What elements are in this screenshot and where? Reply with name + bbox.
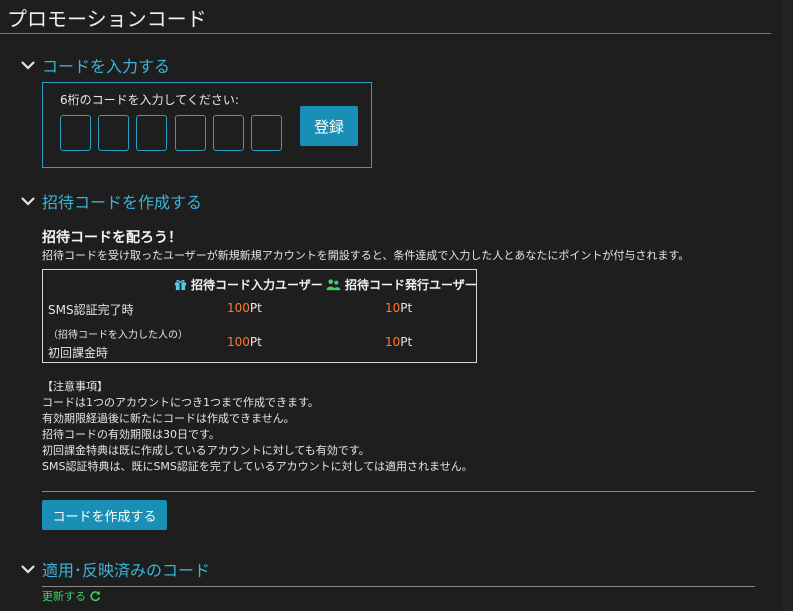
table-header-receiver-label: 招待コード入力ユーザー (191, 278, 323, 292)
table-header-issuer: 招待コード発行ユーザー (326, 276, 477, 293)
points-issuer-first-charge: 10Pt (385, 335, 413, 349)
refresh-link[interactable]: 更新する (42, 588, 101, 604)
page-title: プロモーションコード (7, 7, 207, 31)
code-digit-4[interactable] (175, 115, 206, 151)
chevron-down-icon (21, 565, 35, 574)
notes-heading: 【注意事項】 (42, 380, 108, 393)
create-code-button[interactable]: コードを作成する (42, 500, 167, 530)
row-label-sms: SMS認証完了時 (48, 303, 134, 317)
table-header-issuer-label: 招待コード発行ユーザー (345, 278, 477, 292)
invite-description: 招待コードを受け取ったユーザーが新規新規アカウントを開設すると、条件達成で入力し… (42, 249, 690, 262)
chevron-down-icon (21, 197, 35, 206)
users-icon (326, 279, 341, 291)
row-label-first-charge: 初回課金時 (48, 346, 109, 360)
points-receiver-sms: 100Pt (227, 301, 262, 315)
section-title-create-invite: 招待コードを作成する (42, 193, 203, 212)
invite-heading: 招待コードを配ろう！ (42, 230, 182, 246)
divider (42, 586, 755, 587)
scrollbar-track[interactable] (783, 0, 793, 611)
code-digit-5[interactable] (213, 115, 244, 151)
divider (42, 491, 755, 492)
section-header-applied[interactable]: 適用･反映済みのコード (20, 557, 210, 581)
code-digit-6[interactable] (251, 115, 282, 151)
section-title-applied: 適用･反映済みのコード (42, 561, 211, 580)
title-divider (0, 33, 771, 34)
gift-icon (174, 279, 187, 291)
table-header-receiver: 招待コード入力ユーザー (174, 276, 323, 293)
chevron-down-icon (21, 61, 35, 70)
refresh-label: 更新する (42, 590, 86, 603)
code-digit-1[interactable] (60, 115, 91, 151)
refresh-icon (90, 591, 101, 602)
code-entry-label: 6桁のコードを入力してください: (60, 93, 239, 107)
points-receiver-first-charge: 100Pt (227, 335, 262, 349)
code-digit-2[interactable] (98, 115, 129, 151)
notes-block: 【注意事項】 コードは1つのアカウントにつき1つまで作成できます。 有効期限経過… (42, 379, 473, 475)
note-item: コードは1つのアカウントにつき1つまで作成できます。 (42, 396, 319, 409)
note-item: 招待コードの有効期限は30日です。 (42, 428, 220, 441)
row-sublabel-first-charge: （招待コードを入力した人の） (48, 330, 188, 341)
note-item: 有効期限経過後に新たにコードは作成できません。 (42, 412, 295, 425)
bonus-table: 招待コード入力ユーザー 招待コード発行ユーザー SMS認証完了時 100Pt 1… (42, 269, 477, 363)
section-title-enter-code: コードを入力する (42, 57, 171, 76)
section-header-enter-code[interactable]: コードを入力する (20, 53, 170, 77)
note-item: SMS認証特典は、既にSMS認証を完了しているアカウントに対しては適用されません… (42, 460, 473, 473)
note-item: 初回課金特典は既に作成しているアカウントに対しても有効です。 (42, 444, 370, 457)
register-button[interactable]: 登録 (300, 106, 358, 146)
code-digit-3[interactable] (136, 115, 167, 151)
section-header-create-invite[interactable]: 招待コードを作成する (20, 189, 202, 213)
points-issuer-sms: 10Pt (385, 301, 413, 315)
